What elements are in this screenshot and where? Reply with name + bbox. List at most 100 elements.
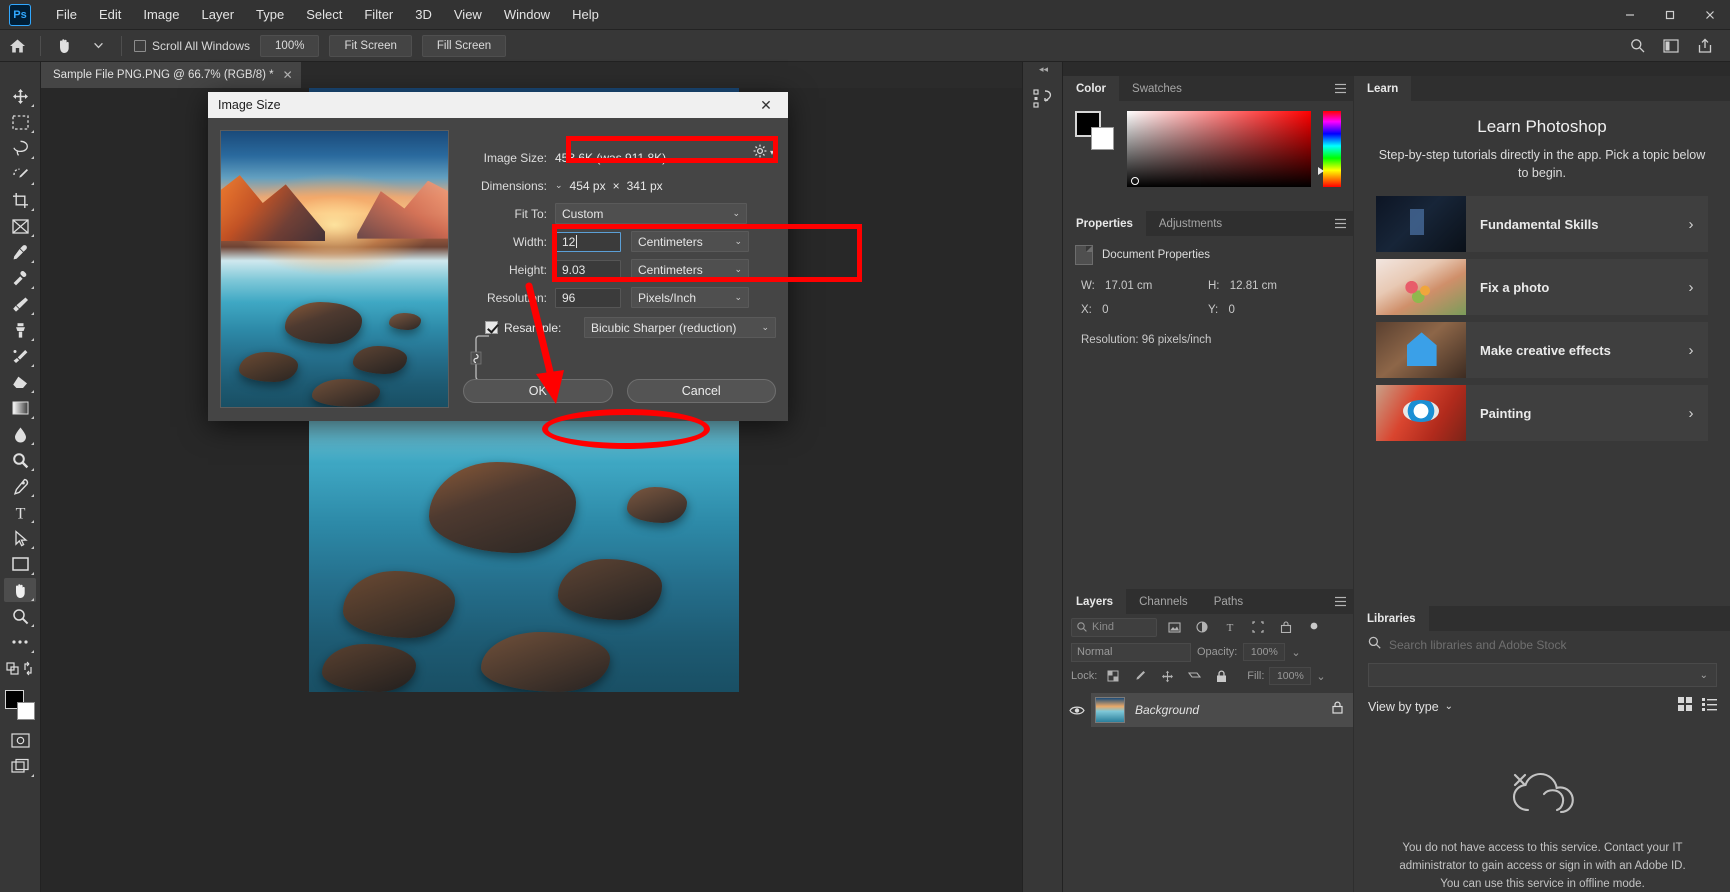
- chevron-down-icon[interactable]: ⌄: [1445, 701, 1453, 712]
- scroll-all-windows-box[interactable]: [134, 39, 146, 52]
- fill-stepper-icon[interactable]: ⌄: [1316, 670, 1325, 683]
- gradient-tool[interactable]: [4, 396, 36, 420]
- image-size-dialog[interactable]: Image Size ✕ ▾ Image Size: 453.6K (was 9…: [208, 92, 788, 421]
- brush-tool[interactable]: [4, 292, 36, 316]
- lock-artboard-icon[interactable]: [1183, 666, 1205, 686]
- blend-mode-select[interactable]: Normal: [1071, 642, 1191, 662]
- menu-filter[interactable]: Filter: [353, 3, 404, 26]
- fit-screen-button[interactable]: Fit Screen: [329, 34, 412, 57]
- eye-icon[interactable]: [1063, 705, 1091, 716]
- background-color-swatch[interactable]: [17, 702, 35, 720]
- workspace-icon[interactable]: [1654, 30, 1688, 62]
- opacity-value[interactable]: 100%: [1243, 643, 1286, 661]
- menu-edit[interactable]: Edit: [88, 3, 132, 26]
- lock-transparent-icon[interactable]: [1102, 666, 1124, 686]
- color-swatches[interactable]: [1075, 111, 1115, 150]
- close-button[interactable]: [1690, 0, 1730, 30]
- hand-tool-icon[interactable]: [47, 30, 81, 62]
- smart-object-icon[interactable]: [1275, 617, 1297, 637]
- frame-tool[interactable]: [4, 214, 36, 238]
- dodge-tool[interactable]: [4, 448, 36, 472]
- chevron-right-icon[interactable]: ›: [1674, 216, 1708, 233]
- chevron-right-icon[interactable]: ›: [1674, 279, 1708, 296]
- quick-selection-tool[interactable]: [4, 162, 36, 186]
- fill-value[interactable]: 100%: [1269, 667, 1312, 685]
- height-input[interactable]: 9.03: [555, 259, 621, 280]
- home-icon[interactable]: [0, 30, 34, 62]
- opacity-stepper-icon[interactable]: ⌄: [1291, 646, 1300, 659]
- history-panel-icon[interactable]: [1023, 76, 1064, 122]
- menu-file[interactable]: File: [45, 3, 88, 26]
- color-background-swatch[interactable]: [1091, 127, 1114, 150]
- height-unit-select[interactable]: Centimeters ⌄: [631, 259, 749, 280]
- eyedropper-tool[interactable]: [4, 240, 36, 264]
- swap-colors-row[interactable]: [4, 656, 36, 680]
- cancel-button[interactable]: Cancel: [626, 379, 776, 403]
- lock-image-icon[interactable]: [1129, 666, 1151, 686]
- chevron-right-icon[interactable]: ›: [1674, 405, 1708, 422]
- tab-properties[interactable]: Properties: [1063, 211, 1146, 236]
- zoom-100-button[interactable]: 100%: [260, 34, 320, 57]
- menu-type[interactable]: Type: [245, 3, 295, 26]
- learn-item-fundamental-skills[interactable]: Fundamental Skills ›: [1376, 196, 1708, 253]
- fit-to-select[interactable]: Custom ⌄: [555, 203, 747, 224]
- screen-mode-icon[interactable]: [4, 754, 36, 778]
- dimensions-chevron-icon[interactable]: ⌄: [555, 180, 563, 191]
- rectangle-tool[interactable]: [4, 552, 36, 576]
- minimize-button[interactable]: [1610, 0, 1650, 30]
- share-icon[interactable]: [1688, 30, 1722, 62]
- resample-select[interactable]: Bicubic Sharper (reduction) ⌄: [584, 317, 776, 338]
- libraries-dropdown[interactable]: ⌄: [1368, 663, 1717, 687]
- filter-toggle-icon[interactable]: [1303, 617, 1325, 637]
- menu-image[interactable]: Image: [132, 3, 190, 26]
- ok-button[interactable]: OK: [463, 379, 613, 403]
- panel-menu-icon[interactable]: [1327, 76, 1353, 101]
- maximize-button[interactable]: [1650, 0, 1690, 30]
- menu-select[interactable]: Select: [295, 3, 353, 26]
- menu-window[interactable]: Window: [493, 3, 561, 26]
- color-picker-field[interactable]: [1127, 111, 1311, 187]
- eraser-tool[interactable]: [4, 370, 36, 394]
- document-tab-close-icon[interactable]: ✕: [283, 69, 293, 81]
- width-unit-select[interactable]: Centimeters ⌄: [631, 231, 749, 252]
- type-layer-icon[interactable]: T: [1219, 617, 1241, 637]
- search-icon[interactable]: [1620, 30, 1654, 62]
- fill-screen-button[interactable]: Fill Screen: [421, 34, 507, 57]
- tab-channels[interactable]: Channels: [1126, 589, 1201, 614]
- layer-row-background[interactable]: Background: [1091, 693, 1353, 727]
- learn-item-make-creative-effects[interactable]: Make creative effects ›: [1376, 322, 1708, 379]
- pen-tool[interactable]: [4, 474, 36, 498]
- collapse-panels-icon[interactable]: ◂◂: [1023, 62, 1064, 76]
- marquee-tool[interactable]: [4, 110, 36, 134]
- crop-tool[interactable]: [4, 188, 36, 212]
- layer-filter-kind[interactable]: Kind: [1071, 617, 1157, 637]
- panel-menu-icon[interactable]: [1327, 589, 1353, 614]
- hue-slider[interactable]: [1318, 111, 1341, 187]
- learn-item-painting[interactable]: Painting ›: [1376, 385, 1708, 442]
- color-picker-cursor[interactable]: [1131, 177, 1139, 185]
- list-view-icon[interactable]: [1702, 697, 1717, 716]
- shape-layer-icon[interactable]: [1247, 617, 1269, 637]
- lock-icon[interactable]: [1332, 701, 1343, 719]
- learn-item-fix-a-photo[interactable]: Fix a photo ›: [1376, 259, 1708, 316]
- chain-link-icon[interactable]: [467, 332, 497, 382]
- quick-mask-icon[interactable]: [4, 728, 36, 752]
- tab-color[interactable]: Color: [1063, 76, 1120, 101]
- panel-menu-icon[interactable]: [1327, 211, 1353, 236]
- move-tool[interactable]: [4, 84, 36, 108]
- zoom-tool[interactable]: [4, 604, 36, 628]
- hue-slider-marker[interactable]: [1318, 167, 1324, 175]
- resample-checkbox[interactable]: [485, 321, 498, 334]
- adjustment-layer-icon[interactable]: [1191, 617, 1213, 637]
- menu-layer[interactable]: Layer: [191, 3, 246, 26]
- libraries-search[interactable]: Search libraries and Adobe Stock: [1354, 631, 1730, 659]
- path-selection-tool[interactable]: [4, 526, 36, 550]
- lasso-tool[interactable]: [4, 136, 36, 160]
- gear-icon[interactable]: ▾: [753, 144, 774, 161]
- scroll-all-windows-checkbox[interactable]: Scroll All Windows: [134, 39, 250, 53]
- view-by-type-label[interactable]: View by type: [1368, 700, 1439, 714]
- blur-tool[interactable]: [4, 422, 36, 446]
- lock-position-icon[interactable]: [1156, 666, 1178, 686]
- tab-paths[interactable]: Paths: [1200, 589, 1257, 614]
- pixel-layer-icon[interactable]: [1163, 617, 1185, 637]
